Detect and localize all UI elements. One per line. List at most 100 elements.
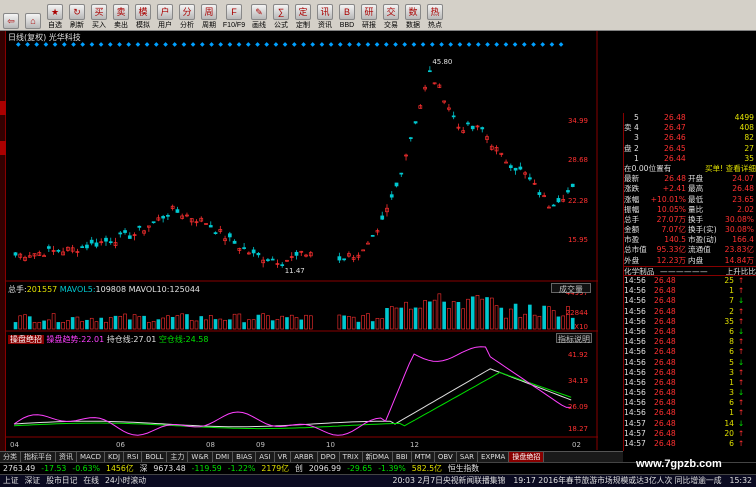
tab-5[interactable]: RSI xyxy=(124,452,143,462)
tuopu-button[interactable]: 周周期 xyxy=(198,0,220,30)
volume-bar xyxy=(304,314,308,330)
signal-marker: ◆ xyxy=(467,41,472,48)
shuaxin-button[interactable]: ↻ 刷新 xyxy=(66,0,88,30)
tab-14[interactable]: DPO xyxy=(318,452,340,462)
news-item-2[interactable]: 19:17 2016年春节旅游市场规模或达3亿人次 同比增逾一成 xyxy=(509,475,725,487)
price-axis-label: 15.95 xyxy=(568,236,588,244)
tab-21[interactable]: EXPMA xyxy=(478,452,510,462)
tick-price: 26.48 xyxy=(654,388,676,398)
yonghu-button[interactable]: 户用户 xyxy=(154,0,176,30)
f10-button[interactable]: F F10/F9 xyxy=(220,0,248,30)
stat-value: 166.4 xyxy=(732,235,754,245)
candle-body xyxy=(408,137,413,139)
panel-sub-tab[interactable]: — xyxy=(660,267,668,276)
shuju-button[interactable]: 数数据 xyxy=(402,0,424,30)
stat-label: 开盘 xyxy=(688,174,704,184)
status-link-1[interactable]: 深证 xyxy=(22,475,44,487)
high-price-label: 45.80 xyxy=(432,58,452,66)
bbd-button[interactable]: B BBD xyxy=(336,0,358,30)
panel-sub-tab[interactable]: 化学制品 xyxy=(624,267,660,276)
signal-marker: ◆ xyxy=(310,41,315,48)
volume-bar xyxy=(180,313,184,330)
stat-label: 换手 xyxy=(688,214,704,224)
gongshi-button[interactable]: ∑ 公式 xyxy=(270,0,292,30)
tab-6[interactable]: BOLL xyxy=(142,452,168,462)
tab-18[interactable]: MTM xyxy=(412,452,435,462)
back-button[interactable]: ⇦ xyxy=(0,0,22,30)
tab-11[interactable]: ASI xyxy=(256,452,275,462)
date-axis-label: 09 xyxy=(256,441,265,449)
stat-value: 30.08% xyxy=(725,225,754,235)
zixun-button[interactable]: 讯资讯 xyxy=(314,0,336,30)
candle-body xyxy=(361,249,366,252)
chart-canvas[interactable]: ◆ ◆ ◆ ◆ ◆ ◆ ◆ ◆ ◆ ◆ ◆ ◆ ◆ ◆ ◆ ◆ ◆ ◆ ◆ ◆ ◆ ◆ ◆ ◆ ◆ ◆ ◆ ◆ ◆ ◆ ◆ ◆ ◆ ◆ ◆ ◆ ◆ ◆ ◆ ◆… xyxy=(6,31,598,450)
tuopu-icon: 周 xyxy=(201,4,217,20)
maichu-button[interactable]: 卖卖出 xyxy=(110,0,132,30)
tick-time: 14:57 xyxy=(624,428,646,438)
index1-pct: -0.63% xyxy=(72,464,100,473)
tick-price: 26.48 xyxy=(654,347,676,357)
kline-chart[interactable]: ◆ ◆ ◆ ◆ ◆ ◆ ◆ ◆ ◆ ◆ ◆ ◆ ◆ ◆ ◆ ◆ ◆ ◆ ◆ ◆ ◆ ◆ ◆ ◆ ◆ ◆ ◆ ◆ ◆ ◆ ◆ ◆ ◆ ◆ ◆ ◆ ◆ ◆ ◆ ◆… xyxy=(6,31,598,450)
order-detail-link[interactable]: 买单! 查看详细 xyxy=(694,164,756,174)
status-link-2[interactable]: 股市日记 xyxy=(43,475,80,487)
panel-sub-tab[interactable]: — xyxy=(692,267,700,276)
maipai-button[interactable]: 买买入 xyxy=(88,0,110,30)
volume-bar xyxy=(156,319,161,330)
tab-20[interactable]: SAR xyxy=(457,452,479,462)
volume-bar xyxy=(356,321,361,330)
moni-button[interactable]: 模模拟 xyxy=(132,0,154,30)
candle-body xyxy=(428,70,432,73)
candle-body xyxy=(508,165,513,169)
volume-dropdown[interactable]: 成交量 xyxy=(551,283,591,294)
signal-marker: ◆ xyxy=(228,41,233,48)
status-link-3[interactable]: 在线 xyxy=(80,475,102,487)
tab-19[interactable]: OBV xyxy=(435,452,457,462)
candle-body xyxy=(504,161,508,164)
tab-4[interactable]: KDJ xyxy=(105,452,125,462)
volume-bar xyxy=(118,315,123,330)
redian-button[interactable]: 热热点 xyxy=(424,0,446,30)
indicator-name[interactable]: 操盘绝招 xyxy=(8,335,44,344)
fenshi-button[interactable]: 分分析 xyxy=(176,0,198,30)
tab-10[interactable]: BIAS xyxy=(233,452,257,462)
status-link-0[interactable]: 上证 xyxy=(0,475,22,487)
home-button[interactable]: ⌂ xyxy=(22,0,44,30)
panel-sub-tab[interactable]: — xyxy=(668,267,676,276)
indicator-help-button[interactable]: 指标说明 xyxy=(556,333,592,344)
huaxian-button[interactable]: ✎ 画线 xyxy=(248,0,270,30)
tick-volume: 7 xyxy=(729,296,734,306)
signal-marker: ◆ xyxy=(117,41,122,48)
yanbao-button[interactable]: 研研报 xyxy=(358,0,380,30)
panel-sub-tab[interactable]: — xyxy=(676,267,684,276)
tab-3[interactable]: MACD xyxy=(77,452,105,462)
candle-body xyxy=(127,235,132,239)
tab-9[interactable]: DMI xyxy=(213,452,234,462)
tick-arrow-icon: ↑ xyxy=(737,377,745,387)
tab-8[interactable]: W&R xyxy=(188,452,213,462)
tab-12[interactable]: VR xyxy=(275,452,292,462)
tab-0[interactable]: 分类 xyxy=(0,452,21,462)
tab-7[interactable]: 主力 xyxy=(167,452,189,462)
tab-17[interactable]: BBI xyxy=(393,452,412,462)
order-notice: 在0.00位置有 xyxy=(624,163,672,173)
tab-15[interactable]: TRIX xyxy=(340,452,363,462)
volume-bar xyxy=(432,299,437,330)
signal-marker: ◆ xyxy=(163,41,168,48)
panel-sub-tab[interactable]: — xyxy=(700,267,708,276)
tab-1[interactable]: 指标平台 xyxy=(21,452,56,462)
tab-2[interactable]: 资讯 xyxy=(56,452,77,462)
tab-22[interactable]: 操盘绝招 xyxy=(509,452,545,462)
news-item-1[interactable]: 20:03 2月7日央视新闻联播集锦 xyxy=(389,475,510,487)
fangzhuang-button[interactable]: 定定制 xyxy=(292,0,314,30)
zixuan-button[interactable]: ★ 自选 xyxy=(44,0,66,30)
shuaxin-label: 刷新 xyxy=(70,22,84,29)
panel-sub-tab[interactable]: 上升比比 xyxy=(722,267,756,276)
status-link-4[interactable]: 24小时滚动 xyxy=(102,475,149,487)
tab-16[interactable]: 新DMA xyxy=(363,452,393,462)
panel-sub-tab[interactable]: — xyxy=(684,267,692,276)
tab-13[interactable]: ARBR xyxy=(291,452,318,462)
volume-axis-label: X10 xyxy=(574,323,588,331)
jiaoyi-button[interactable]: 交交易 xyxy=(380,0,402,30)
candle-body xyxy=(389,194,394,198)
volume-bar xyxy=(504,317,508,330)
